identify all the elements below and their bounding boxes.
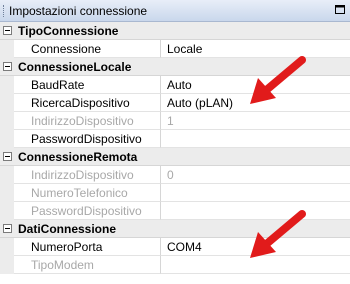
property-name: RicercaDispositivo (14, 94, 161, 112)
property-value[interactable] (161, 130, 350, 148)
panel-titlebar: Impostazioni connessione (0, 0, 350, 22)
property-name: PasswordDispositivo (14, 202, 161, 220)
row-gutter (0, 256, 14, 274)
collapse-toggle-icon[interactable] (3, 26, 12, 35)
category-label: TipoConnessione (18, 24, 119, 38)
property-row: IndirizzoDispositivo 1 (0, 112, 350, 130)
property-name: Connessione (14, 40, 161, 58)
property-name: TipoModem (14, 256, 161, 274)
property-value: 1 (161, 112, 350, 130)
category-connessioneremota[interactable]: ConnessioneRemota (0, 148, 350, 166)
row-gutter (0, 202, 14, 220)
property-name: NumeroPorta (14, 238, 161, 256)
panel-title: Impostazioni connessione (9, 4, 148, 18)
collapse-toggle-icon[interactable] (3, 152, 12, 161)
pin-icon[interactable] (335, 5, 346, 15)
property-name: IndirizzoDispositivo (14, 112, 161, 130)
row-gutter (0, 40, 14, 58)
drag-grip-icon[interactable] (3, 5, 6, 17)
property-name: BaudRate (14, 76, 161, 94)
property-value: 0 (161, 166, 350, 184)
collapse-toggle-icon[interactable] (3, 224, 12, 233)
collapse-toggle-icon[interactable] (3, 62, 12, 71)
property-value (161, 184, 350, 202)
row-gutter (0, 112, 14, 130)
row-gutter (0, 94, 14, 112)
property-name: IndirizzoDispositivo (14, 166, 161, 184)
property-name: PasswordDispositivo (14, 130, 161, 148)
category-label: ConnessioneLocale (18, 60, 132, 74)
row-gutter (0, 76, 14, 94)
property-row[interactable]: PasswordDispositivo (0, 130, 350, 148)
category-label: ConnessioneRemota (18, 150, 138, 164)
property-row: NumeroTelefonico (0, 184, 350, 202)
row-gutter (0, 238, 14, 256)
category-tipoconnessione[interactable]: TipoConnessione (0, 22, 350, 40)
row-gutter (0, 166, 14, 184)
category-label: DatiConnessione (18, 222, 117, 236)
property-row: IndirizzoDispositivo 0 (0, 166, 350, 184)
property-name: NumeroTelefonico (14, 184, 161, 202)
red-arrow-icon (250, 56, 306, 104)
row-gutter (0, 130, 14, 148)
red-arrow-icon (250, 210, 306, 258)
row-gutter (0, 184, 14, 202)
